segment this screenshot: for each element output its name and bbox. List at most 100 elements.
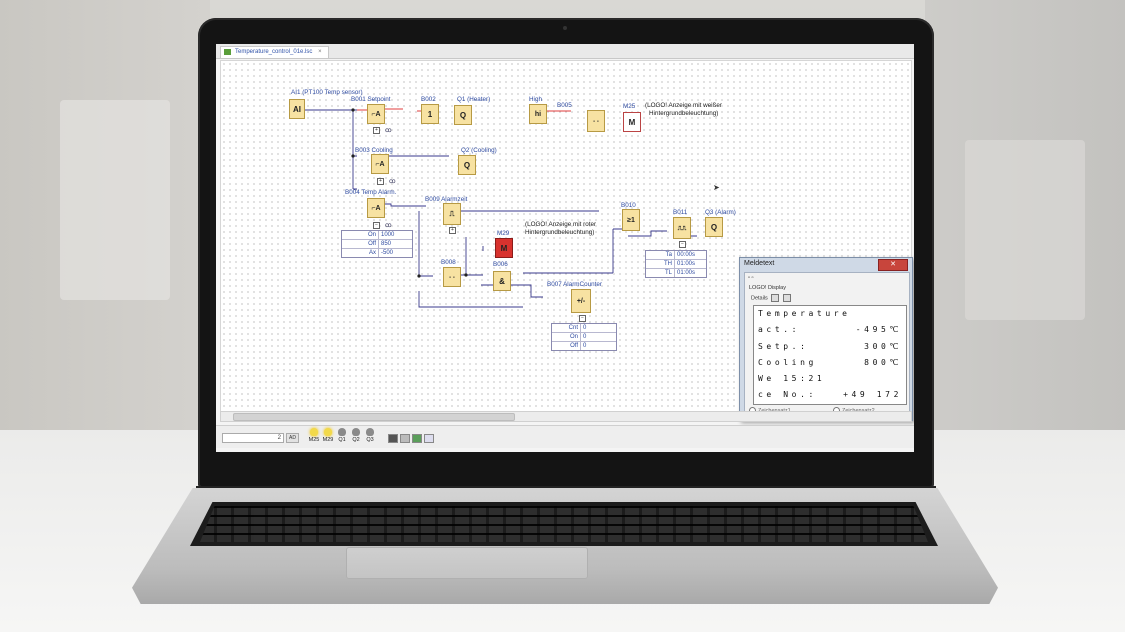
constant-high-block[interactable]: hi <box>529 104 547 124</box>
lcd-line: Setp.: 300℃ <box>758 341 902 351</box>
logic-block-b002[interactable]: 1 <box>421 104 439 124</box>
horizontal-scrollbar[interactable] <box>220 411 912 422</box>
lamp-m29: M29 <box>322 428 334 446</box>
laptop-screen: Temperature_control_01e.lsc × AI1 (PT100… <box>216 44 914 452</box>
details-toolbar: Details <box>751 294 791 302</box>
block-label-b010: B010 <box>621 202 636 209</box>
block-label-b009: B009 Alarmzeit <box>425 196 468 203</box>
document-tab-bar: Temperature_control_01e.lsc × <box>216 44 914 59</box>
param-row: Ta 00:00s <box>646 251 706 260</box>
lcd-line: Temperature <box>758 309 851 318</box>
close-tab-icon[interactable]: × <box>318 49 322 55</box>
document-tab-title: Temperature_control_01e.lsc <box>235 49 313 55</box>
grid-view-icon[interactable] <box>424 434 434 443</box>
message-window-body: ▫ ▫ LOGO! Display Details Temperature ac… <box>744 272 910 418</box>
lamp-q3: Q3 <box>364 428 376 446</box>
comment-m29-line2: Hintergrundbeleuchtung) <box>525 229 595 236</box>
run-sim-icon[interactable] <box>412 434 422 443</box>
block-label-high: High <box>529 96 542 103</box>
message-window-title: Meldetext <box>744 260 775 267</box>
message-text-block-b008[interactable]: - - <box>443 267 461 287</box>
analog-unit-button[interactable]: AD <box>286 433 299 443</box>
or-block-b010[interactable]: ≥1 <box>622 209 640 231</box>
flag-block-m29[interactable]: M <box>495 238 513 258</box>
message-text-window[interactable]: Meldetext ✕ ▫ ▫ LOGO! Display Details Te… <box>739 257 913 421</box>
param-row: On 0 <box>552 333 616 342</box>
block-label-b004: B004 Temp Alarm. <box>345 189 397 196</box>
param-row: TH 01:00s <box>646 260 706 269</box>
expand-b009-params[interactable]: + <box>449 227 456 234</box>
lcd-line: act.: -495℃ <box>758 325 902 335</box>
lamp-on-icon <box>324 428 332 436</box>
settings-icon[interactable] <box>782 294 791 302</box>
close-window-button[interactable]: ✕ <box>878 259 908 271</box>
param-row: Off 0 <box>552 342 616 350</box>
lcd-line: We 15:21 <box>758 374 826 384</box>
output-block-q3[interactable]: Q <box>705 217 723 237</box>
block-label-b008: B008 <box>441 259 456 266</box>
analog-input-block-ai1[interactable]: AI <box>289 99 305 119</box>
param-table-b007: Cnt 0 On 0 Off 0 <box>551 323 617 351</box>
output-block-q2[interactable]: Q <box>458 155 476 175</box>
counter-block-b007[interactable]: +/- <box>571 289 591 313</box>
circuit-canvas[interactable]: AI1 (PT100 Temp sensor) AI B001 Setpoint… <box>220 60 913 421</box>
document-tab[interactable]: Temperature_control_01e.lsc × <box>220 46 329 58</box>
lamp-q1: Q1 <box>336 428 348 446</box>
collapse-b004-params[interactable]: − <box>373 222 380 229</box>
analog-threshold-block-b003[interactable]: ⌐A <box>371 154 389 174</box>
lcd-line: ce No.: +49 172 <box>758 390 902 400</box>
block-label-b001: B001 Setpoint <box>351 96 391 103</box>
keyboard-keys <box>200 506 928 542</box>
comment-m25-line2: Hintergrundbeleuchtung) <box>649 110 719 117</box>
block-label-b006: B006 <box>493 261 508 268</box>
lamp-q2: Q2 <box>350 428 362 446</box>
lamp-off-icon <box>338 428 346 436</box>
collapse-b007-params[interactable]: − <box>579 315 586 322</box>
param-table-b004: On 1000 Off 850 Ax -500 <box>341 230 413 258</box>
stop-sim-icon[interactable] <box>388 434 398 443</box>
glasses-icon: ꝏ <box>385 127 392 134</box>
flag-block-m25[interactable]: M <box>623 112 641 132</box>
edit-icon[interactable] <box>771 294 780 302</box>
comment-m25-line1: (LOGO! Anzeige mit weißer <box>645 102 722 109</box>
glasses-icon-b003: ꝏ <box>389 178 396 185</box>
block-label-m29: M29 <box>497 230 510 237</box>
param-row: TL 01:00s <box>646 269 706 277</box>
analog-sim-input[interactable]: 2 <box>222 433 284 443</box>
window-tab-icon[interactable]: ▫ ▫ <box>748 275 753 281</box>
lamp-off-icon <box>366 428 374 436</box>
timer-block-b009[interactable]: ⎍ <box>443 203 461 225</box>
collapse-b011-params[interactable]: − <box>679 241 686 248</box>
block-label-q1: Q1 (Heater) <box>457 96 491 103</box>
display-subtitle: LOGO! Display <box>749 285 786 291</box>
block-label-b003: B003 Cooling <box>355 147 393 154</box>
output-block-q1[interactable]: Q <box>454 105 472 125</box>
lcd-line: Cooling 800℃ <box>758 357 902 367</box>
block-label-m25: M25 <box>623 103 636 110</box>
param-row: Ax -500 <box>342 249 412 257</box>
details-label: Details <box>751 295 768 302</box>
block-label-b007: B007 AlarmCounter <box>547 281 602 288</box>
block-label-b005: B005 <box>557 102 572 109</box>
param-row: Off 850 <box>342 240 412 249</box>
param-row: Cnt 0 <box>552 324 616 333</box>
pulse-generator-block-b011[interactable]: ⎍⎍ <box>673 217 691 239</box>
lamp-on-icon <box>310 428 318 436</box>
block-label-q2: Q2 (Cooling) <box>461 147 497 154</box>
mouse-pointer-icon: ➤ <box>713 183 720 192</box>
block-label-ai1: AI1 (PT100 Temp sensor) <box>291 89 363 96</box>
touchpad <box>346 547 588 579</box>
and-block-b006[interactable]: & <box>493 271 511 291</box>
expand-b001-params[interactable]: + <box>373 127 380 134</box>
message-text-block-b005[interactable]: - - <box>587 110 605 132</box>
pause-sim-icon[interactable] <box>400 434 410 443</box>
scrollbar-thumb[interactable] <box>233 413 515 421</box>
block-label-q3: Q3 (Alarm) <box>705 209 736 216</box>
expand-b003-params[interactable]: + <box>377 178 384 185</box>
glasses-icon-b004: ꝏ <box>385 222 392 229</box>
background-shelf <box>60 100 170 300</box>
lcd-display: Temperature act.: -495℃ Setp.: 300℃ Coolin… <box>753 305 907 405</box>
analog-threshold-block-b004[interactable]: ⌐A <box>367 198 385 218</box>
block-label-b011: B011 <box>673 209 688 216</box>
analog-threshold-block-b001[interactable]: ⌐A <box>367 104 385 124</box>
